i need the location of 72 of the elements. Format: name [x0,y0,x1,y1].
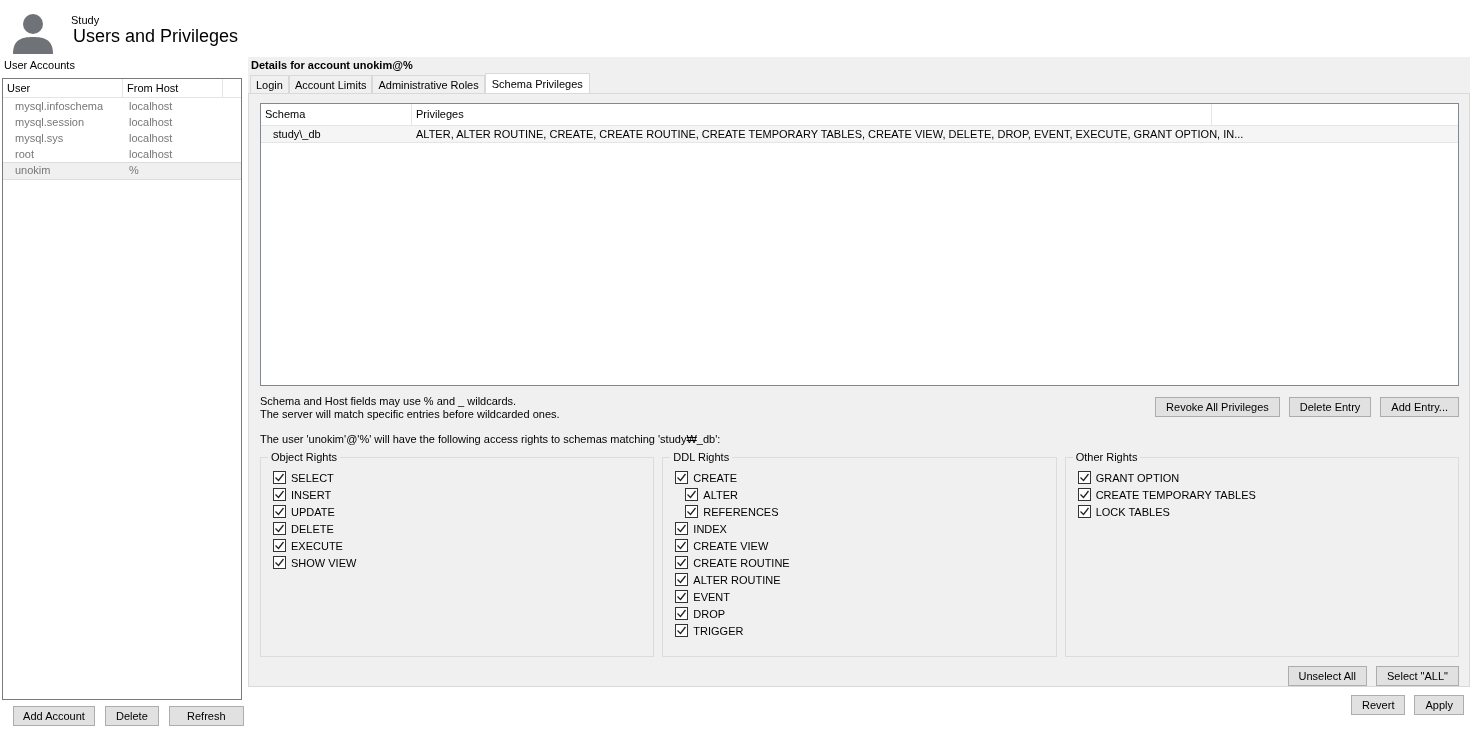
tab[interactable]: Account Limits [288,75,373,93]
checkbox-label: ALTER [703,488,738,501]
checkbox[interactable] [685,505,699,518]
entry-button[interactable]: Revoke All Privileges [1155,397,1280,417]
checkbox[interactable] [675,539,689,552]
checkbox[interactable] [675,590,689,603]
footer-button[interactable]: Revert [1351,695,1406,715]
checkbox-label: ALTER ROUTINE [693,573,781,586]
account-row[interactable]: unokim % [3,162,241,180]
checkbox[interactable] [273,471,286,484]
checkbox[interactable] [1077,488,1091,501]
checkbox-label: EXECUTE [291,539,343,552]
account-button[interactable]: Delete [105,706,159,726]
account-row[interactable]: root localhost [3,146,241,162]
checkbox-label: DELETE [291,522,334,535]
checkbox-label: INDEX [693,522,727,535]
column-header[interactable]: User [3,79,123,97]
checkbox[interactable] [273,505,286,518]
checkbox[interactable] [1077,471,1091,484]
checkbox[interactable] [273,556,286,569]
select-button[interactable]: Unselect All [1287,666,1367,686]
account-row[interactable]: mysql.infoschema localhost [3,98,241,114]
select-button[interactable]: Select "ALL" [1376,666,1459,686]
account-button[interactable]: Refresh [168,706,244,726]
checkbox-label: SELECT [291,471,334,484]
checkbox-label: GRANT OPTION [1095,471,1180,484]
group-title: DDL Rights [672,451,731,463]
checkbox[interactable] [675,624,689,637]
section-label: User Accounts [3,58,76,73]
privileges-row[interactable]: study\_db ALTER, ALTER ROUTINE, CREATE, CREATE ROUTINE, CREATE TEMPORARY TABLES, CREATE VIEW, DELETE, DROP, EVENT, EXECUTE, GRANT OPTION, IN... [261,126,1458,143]
checkbox-label: CREATE ROUTINE [693,556,790,569]
checkbox-label: UPDATE [291,505,335,518]
checkbox[interactable] [1077,505,1091,518]
checkbox[interactable] [273,522,286,535]
entry-button[interactable]: Delete Entry [1288,397,1372,417]
checkbox[interactable] [675,471,689,484]
access-note: The user 'unokim'@'%' will have the following access rights to schemas matching 'study₩_db': [260,433,722,447]
group-title: Object Rights [270,451,339,463]
group-title: Other Rights [1074,451,1139,463]
checkbox-label: SHOW VIEW [291,556,357,569]
column-header[interactable]: Schema [261,104,412,125]
account-button[interactable]: Add Account [13,706,95,726]
checkbox-label: INSERT [291,488,332,501]
checkbox[interactable] [685,488,699,501]
details-title: Details for account unokim@% [250,58,414,73]
checkbox-label: LOCK TABLES [1095,505,1170,518]
checkbox[interactable] [273,488,286,501]
column-header[interactable]: From Host [123,79,223,97]
checkbox-label: REFERENCES [703,505,779,518]
checkbox[interactable] [675,573,689,586]
tab[interactable]: Login [250,75,289,93]
footer-button[interactable]: Apply [1414,695,1464,715]
checkbox-label: CREATE VIEW [693,539,769,552]
account-row[interactable]: mysql.session localhost [3,114,241,130]
hint-text: Schema and Host fields may use % and _ wildcards. [260,395,518,408]
checkbox-label: CREATE TEMPORARY TABLES [1095,488,1256,501]
checkbox-label: EVENT [693,590,730,603]
column-header[interactable]: Privileges [412,104,1212,125]
checkbox[interactable] [273,539,286,552]
checkbox[interactable] [675,607,689,620]
checkbox[interactable] [675,556,689,569]
tab[interactable]: Schema Privileges [484,73,590,93]
entry-button[interactable]: Add Entry... [1380,397,1459,417]
checkbox[interactable] [675,522,689,535]
checkbox-label: DROP [693,607,726,620]
tab[interactable]: Administrative Roles [372,75,485,93]
checkbox-label: CREATE [693,471,738,484]
checkbox-label: TRIGGER [693,624,744,637]
hint-text: The server will match specific entries before wildcarded ones. [260,408,560,421]
header-subtitle: Study [71,14,101,26]
page-title: Users and Privileges [73,26,239,47]
account-row[interactable]: mysql.sys localhost [3,130,241,146]
